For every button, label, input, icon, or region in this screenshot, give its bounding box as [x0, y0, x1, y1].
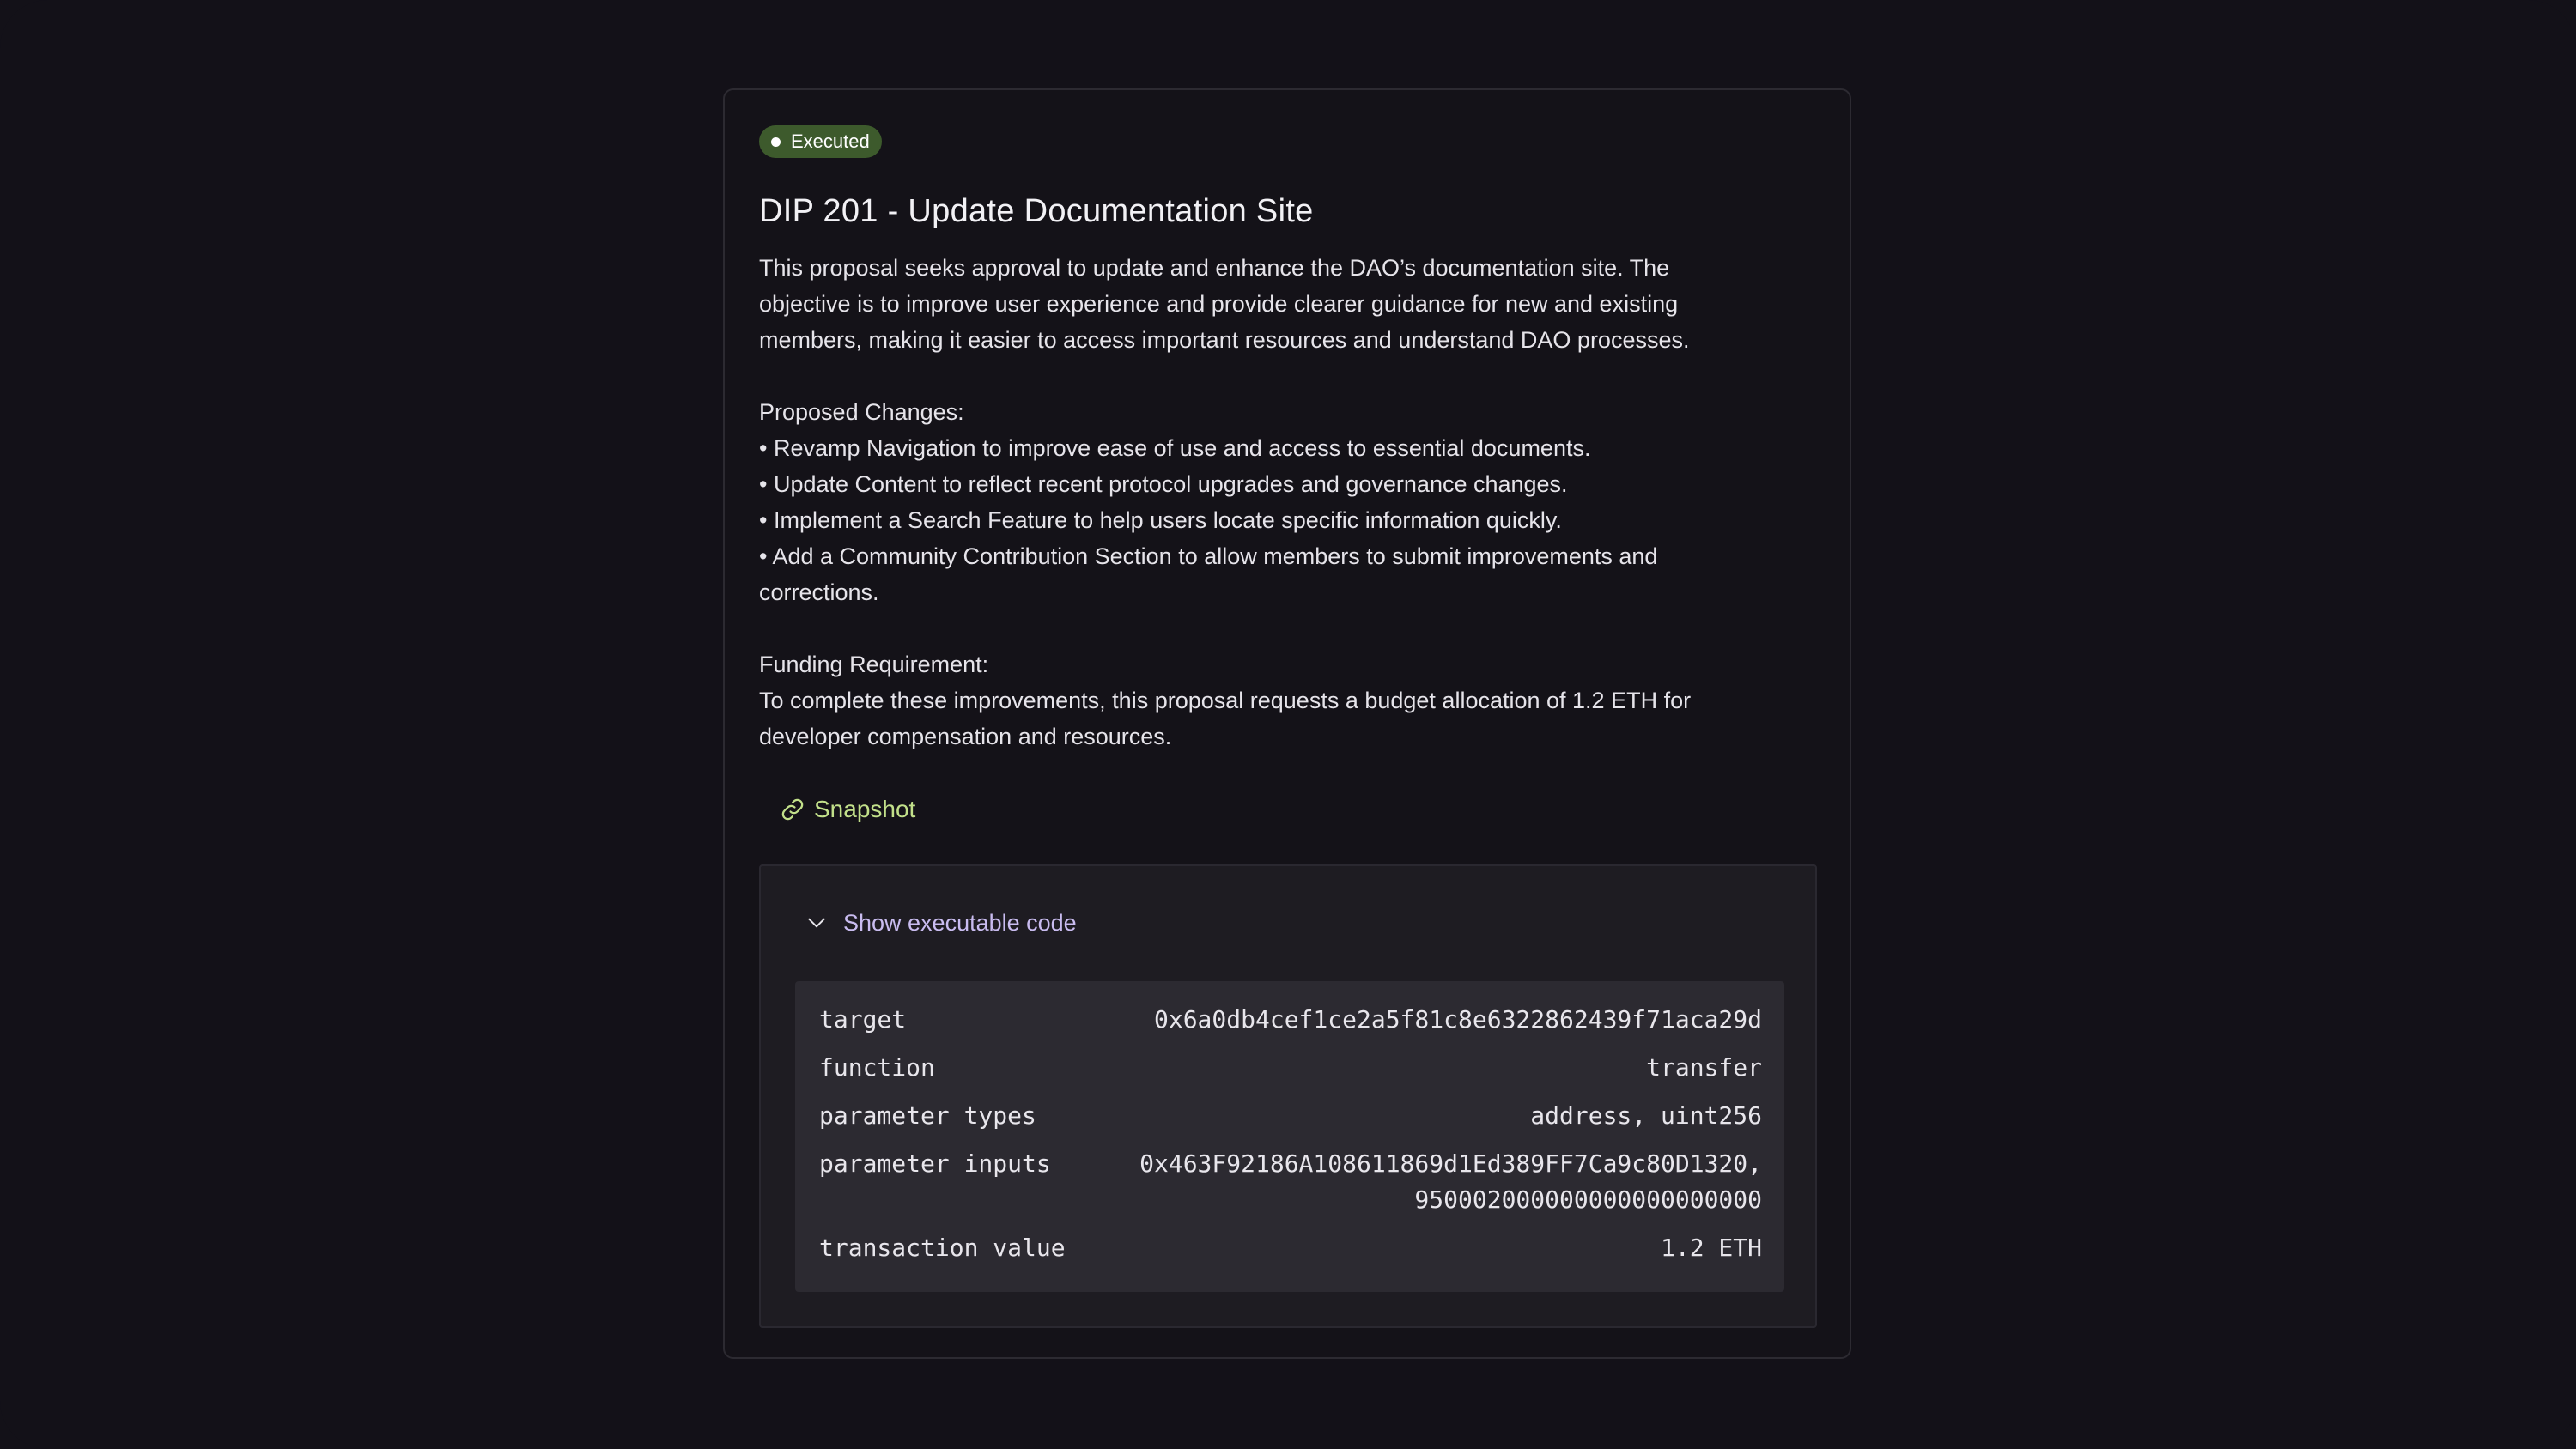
change-item: • Implement a Search Feature to help use… — [759, 507, 1562, 533]
chevron-down-icon — [808, 918, 825, 928]
changes-heading: Proposed Changes: — [759, 399, 964, 425]
code-value-line: 0x463F92186A108611869d1Ed389FF7Ca9c80D13… — [1139, 1149, 1762, 1178]
app-window: Executed DIP 201 - Update Documentation … — [0, 0, 2576, 1449]
funding-line: To complete these improvements, this pro… — [759, 688, 1692, 713]
code-table: target 0x6a0db4cef1ce2a5f81c8e6322862439… — [795, 981, 1784, 1292]
code-key: parameter types — [819, 1101, 1036, 1130]
proposal-card: Executed DIP 201 - Update Documentation … — [723, 88, 1851, 1359]
code-key: transaction value — [819, 1234, 1066, 1262]
snapshot-link-label: Snapshot — [814, 796, 916, 822]
code-row-target: target 0x6a0db4cef1ce2a5f81c8e6322862439… — [819, 1002, 1762, 1038]
code-row-transaction-value: transaction value 1.2 ETH — [819, 1230, 1762, 1266]
link-icon — [781, 798, 804, 821]
code-value: address, uint256 — [1530, 1101, 1762, 1130]
status-dot-icon — [771, 136, 781, 147]
code-key: parameter inputs — [819, 1149, 1051, 1178]
snapshot-link[interactable]: Snapshot — [780, 791, 915, 828]
show-executable-code-toggle[interactable]: Show executable code — [805, 904, 1077, 942]
code-row-parameter-inputs: parameter inputs 0x463F92186A108611869d1… — [819, 1146, 1762, 1218]
change-item-continuation: corrections. — [759, 579, 879, 605]
code-value-line: 950002000000000000000000 — [1414, 1185, 1762, 1214]
funding-line: developer compensation and resources. — [759, 724, 1172, 749]
code-key: function — [819, 1053, 935, 1082]
code-value: 1.2 ETH — [1660, 1234, 1762, 1262]
code-value: transfer — [1646, 1053, 1762, 1082]
description-line: objective is to improve user experience … — [759, 291, 1679, 317]
toggle-label: Show executable code — [843, 909, 1077, 936]
code-key: target — [819, 1005, 907, 1034]
change-item: • Add a Community Contribution Section t… — [759, 543, 1658, 569]
funding-heading: Funding Requirement: — [759, 652, 989, 677]
proposal-title: DIP 201 - Update Documentation Site — [759, 193, 1314, 229]
code-row-parameter-types: parameter types address, uint256 — [819, 1098, 1762, 1134]
description-line: members, making it easier to access impo… — [759, 327, 1690, 353]
executable-code-panel: Show executable code target 0x6a0db4cef1… — [759, 864, 1817, 1328]
change-item: • Revamp Navigation to improve ease of u… — [759, 435, 1591, 461]
code-value: 0x463F92186A108611869d1Ed389FF7Ca9c80D13… — [1139, 1146, 1762, 1218]
description-line: This proposal seeks approval to update a… — [759, 255, 1670, 281]
status-badge: Executed — [759, 125, 882, 158]
proposal-description: This proposal seeks approval to update a… — [759, 250, 1824, 755]
change-item: • Update Content to reflect recent proto… — [759, 471, 1568, 497]
code-row-function: function transfer — [819, 1050, 1762, 1086]
code-value: 0x6a0db4cef1ce2a5f81c8e6322862439f71aca2… — [1153, 1005, 1762, 1034]
status-badge-label: Executed — [791, 130, 870, 152]
